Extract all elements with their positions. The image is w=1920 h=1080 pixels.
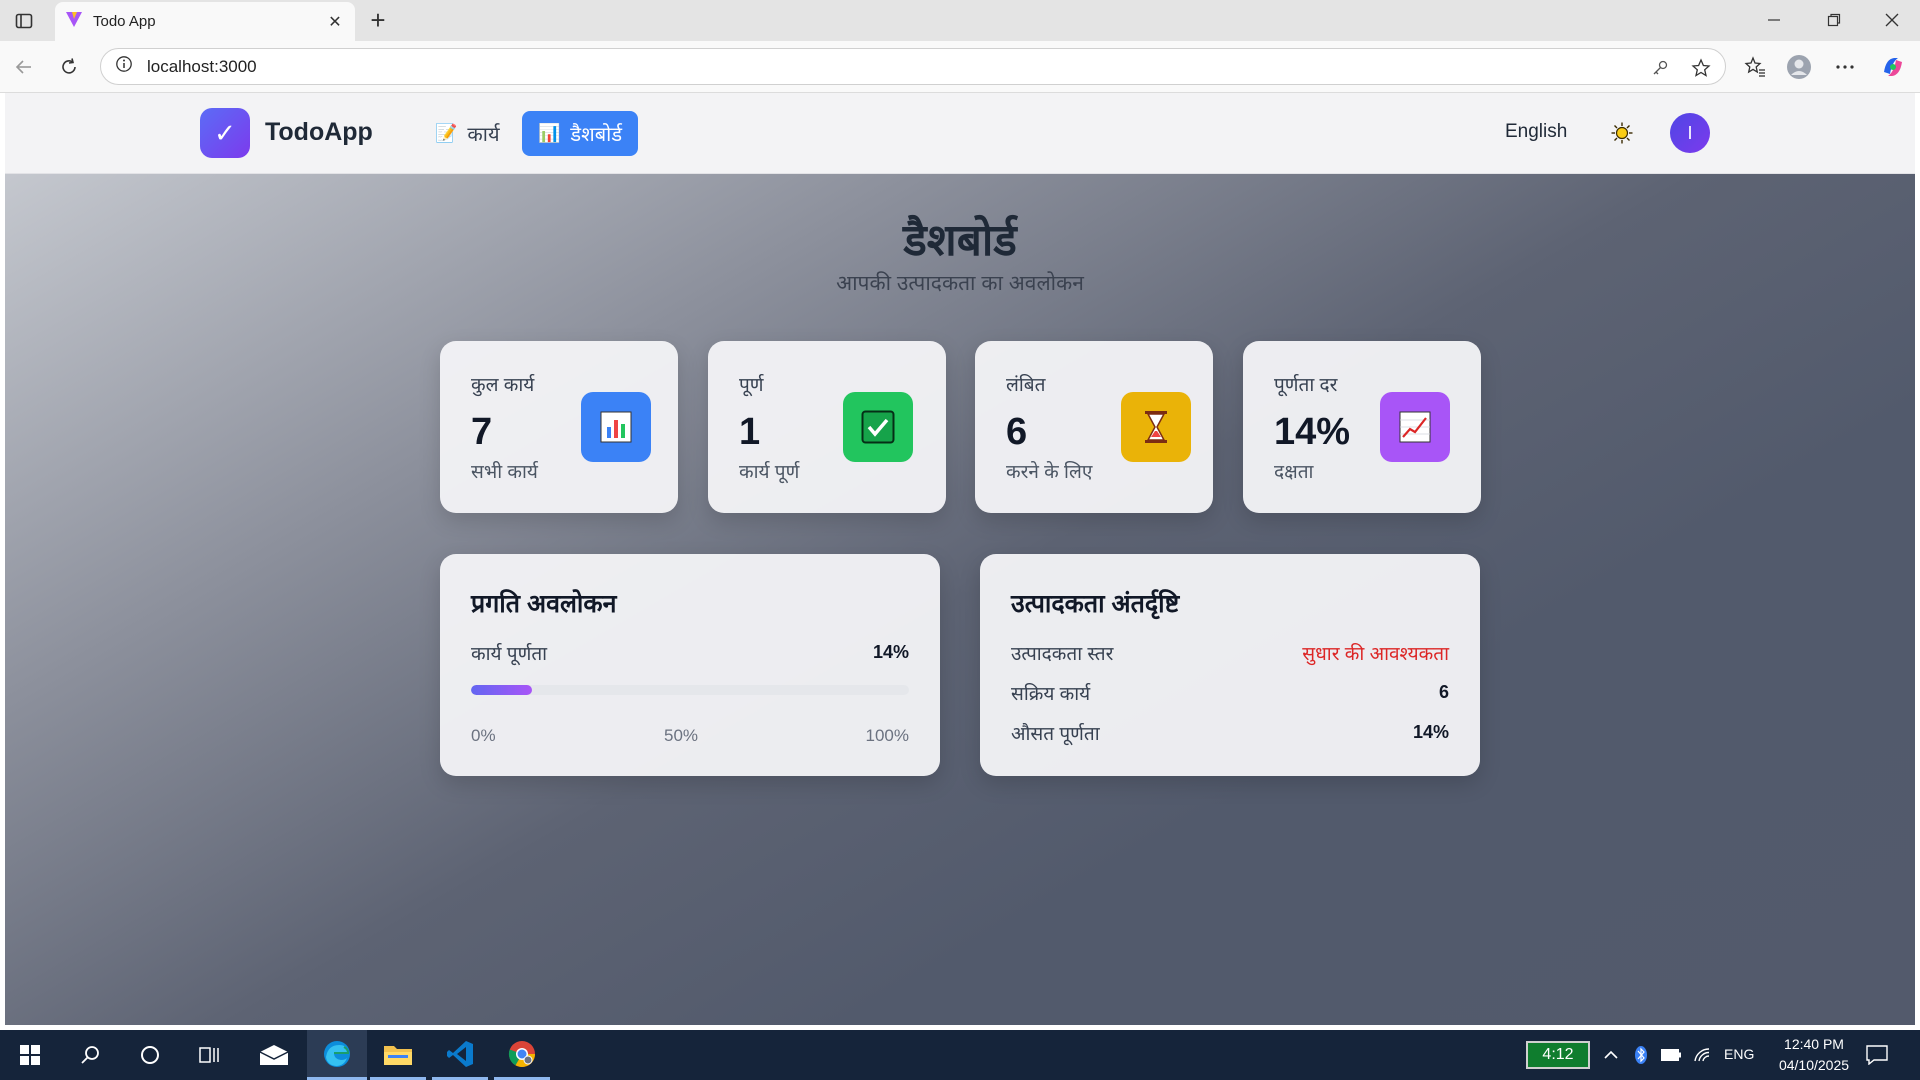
browser-toolbar: localhost:3000 [0,41,1920,93]
bar-chart-icon: 📊 [538,123,561,143]
cortana-icon[interactable] [122,1030,178,1080]
battery-time-indicator[interactable]: 4:12 [1526,1041,1590,1069]
stat-value: 1 [739,411,761,453]
app-header: ✓ TodoApp 📝 कार्य 📊 डैशबोर्ड English I [5,93,1915,174]
favorites-list-icon[interactable] [1742,54,1768,80]
chrome-icon[interactable] [494,1030,550,1080]
stat-label: कुल कार्य [471,375,535,396]
copilot-icon[interactable] [1880,54,1906,80]
panel-title: प्रगति अवलोकन [471,590,617,618]
vite-favicon-icon [65,10,83,33]
browser-tab[interactable]: Todo App ✕ [55,2,355,41]
nav-dashboard[interactable]: 📊 डैशबोर्ड [522,111,639,156]
productivity-level-value: सुधार की आवश्यकता [1302,644,1449,665]
stat-sub: सभी कार्य [471,462,538,483]
tab-close-icon[interactable]: ✕ [325,12,345,32]
stat-value: 6 [1006,411,1028,453]
page-title: डैशबोर्ड [903,216,1017,265]
productivity-insights-panel: उत्पादकता अंतर्दृष्टि उत्पादकता स्तर सुध… [980,554,1480,776]
memo-icon: 📝 [435,123,458,143]
theme-toggle-sun-icon[interactable] [1608,119,1636,147]
progress-label: कार्य पूर्णता [471,644,548,665]
url-text: localhost:3000 [147,56,257,76]
stat-sub: करने के लिए [1006,462,1093,483]
clock-date[interactable]: 04/10/2025 [1768,1057,1860,1073]
nav-dashboard-label: डैशबोर्ड [570,124,623,146]
address-bar[interactable]: localhost:3000 [100,48,1726,85]
mail-icon[interactable] [246,1030,302,1080]
stat-sub: कार्य पूर्ण [739,462,800,483]
tab-title: Todo App [93,13,156,30]
panel-title: उत्पादकता अंतर्दृष्टि [1011,590,1180,618]
stat-label: लंबित [1006,375,1046,396]
progress-overview-panel: प्रगति अवलोकन कार्य पूर्णता 14% 0% 50% 1… [440,554,940,776]
check-box-icon [843,392,913,462]
close-window-icon[interactable] [1880,8,1904,32]
stat-label: पूर्णता दर [1274,375,1338,396]
minimize-icon[interactable] [1762,8,1786,32]
clock-time[interactable]: 12:40 PM [1776,1036,1852,1052]
progress-bar-fill [471,685,533,695]
bar-chart-icon [581,392,651,462]
insight-row-label: सक्रिय कार्य [1011,684,1091,705]
insight-row-label: उत्पादकता स्तर [1011,644,1114,665]
reload-icon[interactable] [56,54,82,80]
battery-icon[interactable] [1660,1044,1682,1066]
tab-actions-icon[interactable] [12,9,36,33]
stat-card-total: कुल कार्य 7 सभी कार्य [440,341,678,513]
page-subtitle: आपकी उत्पादकता का अवलोकन [836,272,1084,295]
stat-card-completion-rate: पूर्णता दर 14% दक्षता [1243,341,1481,513]
windows-taskbar: 4:12 ENG 12:40 PM 04/10/2025 [0,1030,1920,1080]
restore-icon[interactable] [1822,8,1846,32]
vscode-icon[interactable] [432,1030,488,1080]
insight-row-label: औसत पूर्णता [1011,724,1100,745]
stat-card-pending: लंबित 6 करने के लिए [975,341,1213,513]
notification-center-icon[interactable] [1866,1044,1888,1066]
active-tasks-value: 6 [1438,682,1449,702]
back-icon[interactable] [11,54,37,80]
stat-sub: दक्षता [1274,462,1314,483]
wifi-icon[interactable] [1692,1044,1714,1066]
more-options-icon[interactable] [1832,54,1858,80]
start-windows-icon[interactable] [2,1030,58,1080]
progress-tick-min: 0% [471,726,496,745]
stat-value: 14% [1274,411,1351,453]
average-completion-value: 14% [1412,722,1449,742]
stat-card-completed: पूर्ण 1 कार्य पूर्ण [708,341,946,513]
input-language-indicator[interactable]: ENG [1724,1046,1754,1062]
bluetooth-icon[interactable] [1630,1044,1652,1066]
app-logo-text[interactable]: TodoApp [265,118,373,147]
chevron-up-icon[interactable] [1600,1044,1622,1066]
file-explorer-icon[interactable] [370,1030,426,1080]
hourglass-icon [1121,392,1191,462]
progress-tick-max: 100% [865,726,909,745]
nav-tasks[interactable]: 📝 कार्य [419,111,516,156]
password-key-icon[interactable] [1649,57,1671,79]
site-info-icon[interactable] [115,55,133,78]
logo-check-icon[interactable]: ✓ [200,108,250,158]
page-viewport: ✓ TodoApp 📝 कार्य 📊 डैशबोर्ड English I ड… [5,93,1915,1025]
progress-bar-track [471,685,909,695]
edge-browser-icon[interactable] [307,1030,367,1080]
nav-tasks-label: कार्य [467,124,500,146]
progress-value: 14% [872,642,909,662]
trend-up-icon [1380,392,1450,462]
search-icon[interactable] [62,1030,118,1080]
favorite-star-icon[interactable] [1690,57,1712,79]
progress-tick-mid: 50% [664,726,699,745]
stat-value: 7 [471,411,493,453]
user-avatar[interactable]: I [1670,113,1710,153]
browser-tab-bar: Todo App ✕ + [0,0,1920,41]
new-tab-button[interactable]: + [364,6,392,34]
task-view-icon[interactable] [182,1030,238,1080]
profile-icon[interactable] [1786,54,1812,80]
language-toggle-button[interactable]: English [1505,121,1567,143]
stat-label: पूर्ण [739,375,764,396]
